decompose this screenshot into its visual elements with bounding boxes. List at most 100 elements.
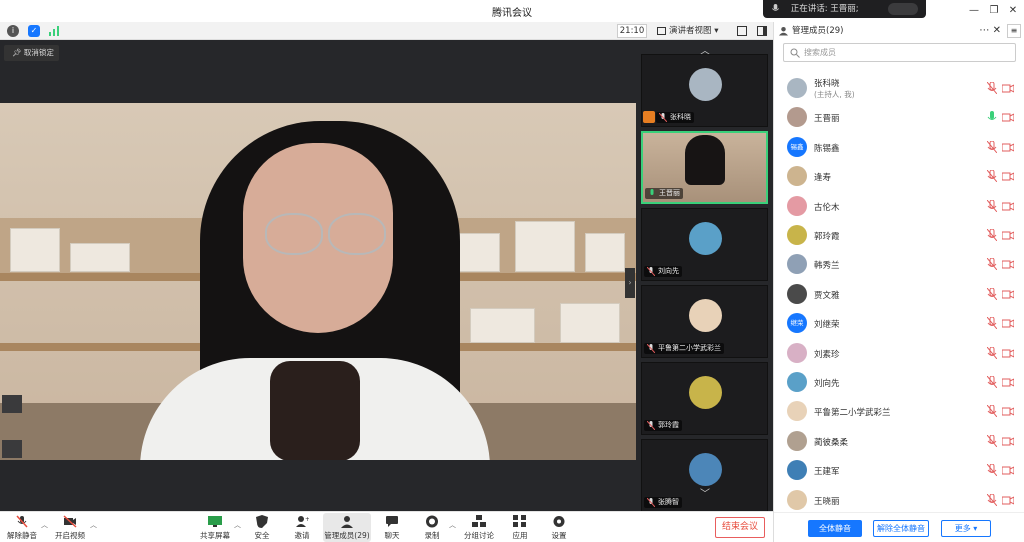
breakout-button[interactable]: 分组讨论 [462, 513, 496, 542]
member-row[interactable]: 王晓丽 [774, 486, 1024, 515]
member-row[interactable]: 平鲁第二小学武彩兰 [774, 397, 1024, 426]
member-row[interactable]: 王晋丽 [774, 103, 1024, 132]
member-row[interactable]: 古伦木 [774, 192, 1024, 221]
member-row[interactable]: 韩秀兰 [774, 250, 1024, 279]
mic-off-icon[interactable] [987, 464, 997, 477]
main-speaker-video[interactable] [0, 103, 636, 460]
mic-off-icon[interactable] [987, 82, 997, 94]
info-icon[interactable]: i [7, 25, 19, 37]
video-options-caret[interactable]: ︿ [90, 520, 97, 530]
close-icon[interactable]: ✕ [1004, 3, 1022, 19]
start-video-button[interactable]: 开启视频 [52, 513, 88, 542]
mic-icon[interactable] [987, 111, 997, 123]
fullscreen-icon[interactable] [737, 26, 747, 36]
signal-icon[interactable] [48, 25, 60, 37]
member-row[interactable]: 蔺彼桑柔 [774, 427, 1024, 456]
avatar [787, 166, 807, 187]
panel-menu-icon[interactable]: ≡ [1007, 24, 1021, 38]
video-off-icon[interactable] [1002, 319, 1014, 328]
more-options-icon[interactable]: ⋯ [979, 25, 989, 36]
video-off-icon[interactable] [1002, 231, 1014, 240]
video-tile[interactable]: 刘向先 [641, 208, 768, 281]
list-tool-icon[interactable] [2, 440, 22, 458]
unmute-button[interactable]: 解除静音 [4, 513, 40, 542]
chevron-down-icon[interactable]: ﹀ [640, 489, 770, 501]
close-panel-icon[interactable]: ✕ [993, 25, 1001, 36]
record-button[interactable]: 录制 [418, 513, 446, 542]
video-off-icon[interactable] [1002, 260, 1014, 269]
speaking-indicator: 正在讲话: 王晋丽; [763, 0, 926, 18]
member-row[interactable]: 继荣 刘继荣 [774, 309, 1024, 338]
record-icon [426, 515, 438, 528]
avatar [787, 78, 807, 98]
invite-button[interactable]: + 邀请 [288, 513, 316, 542]
mic-off-icon[interactable] [987, 346, 997, 359]
mic-off-icon[interactable] [987, 317, 997, 330]
chat-button[interactable]: 聊天 [378, 513, 406, 542]
video-off-icon[interactable] [1002, 113, 1014, 122]
video-tile[interactable]: 张腾智 [641, 439, 768, 512]
video-tile[interactable]: 平鲁第二小学武彩兰 [641, 285, 768, 358]
mic-off-icon[interactable] [987, 376, 997, 388]
member-search-input[interactable]: 搜索成员 [783, 43, 1016, 62]
video-off-icon[interactable] [1002, 466, 1014, 475]
end-meeting-button[interactable]: 结束会议 [715, 517, 765, 538]
member-name: 王晋丽 [814, 114, 840, 125]
member-row[interactable]: 王建军 [774, 456, 1024, 485]
speaker-toggle[interactable] [888, 3, 918, 15]
mic-off-icon[interactable] [987, 493, 997, 506]
shield-icon[interactable]: ✓ [28, 25, 40, 37]
mic-off-icon[interactable] [987, 258, 997, 271]
more-button[interactable]: 更多 ▾ [941, 520, 991, 537]
video-off-icon[interactable] [1002, 290, 1014, 299]
security-button[interactable]: 安全 [248, 513, 276, 542]
mic-off-icon[interactable] [987, 229, 997, 241]
mute-all-button[interactable]: 全体静音 [808, 520, 862, 537]
member-row[interactable]: 郭玲霞 [774, 221, 1024, 250]
mic-off-icon[interactable] [987, 199, 997, 212]
mic-off-icon[interactable] [987, 287, 997, 300]
member-row[interactable]: 贾文雅 [774, 280, 1024, 309]
speaker-view-button[interactable]: 演讲者视图 ▾ [657, 24, 727, 38]
settings-button[interactable]: 设置 [545, 513, 573, 542]
camera-tool-icon[interactable] [2, 395, 22, 413]
video-off-icon[interactable] [1002, 496, 1014, 505]
maximize-icon[interactable]: ❐ [985, 3, 1003, 19]
audio-options-caret[interactable]: ︿ [41, 520, 48, 530]
video-off-icon[interactable] [1002, 172, 1014, 181]
share-screen-button[interactable]: 共享屏幕 [198, 513, 232, 542]
member-row[interactable]: 刘向先 [774, 368, 1024, 397]
manage-members-button[interactable]: 管理成员(29) [323, 513, 371, 542]
record-options-caret[interactable]: ︿ [449, 520, 456, 530]
collapse-strip-button[interactable]: › [625, 268, 635, 298]
minimize-icon[interactable]: — [965, 3, 983, 19]
sidebar-toggle-icon[interactable] [757, 26, 767, 36]
avatar: 锡鑫 [787, 136, 807, 157]
unpin-button[interactable]: 📌︎ 取消锁定 [4, 45, 59, 61]
member-row[interactable]: 刘素珍 [774, 339, 1024, 368]
mic-off-icon[interactable] [987, 434, 997, 447]
unmute-all-button[interactable]: 解除全体静音 [873, 520, 929, 537]
member-row[interactable]: 逢寿 [774, 162, 1024, 191]
member-row[interactable]: 张科晓 (主持人, 我) [774, 74, 1024, 103]
video-off-icon[interactable] [1002, 202, 1014, 211]
members-panel-title: 管理成员(29) [792, 26, 844, 36]
mic-off-icon[interactable] [987, 405, 997, 418]
apps-button[interactable]: 应用 [506, 513, 534, 542]
video-off-icon[interactable] [1002, 84, 1014, 93]
share-options-caret[interactable]: ︿ [234, 520, 241, 530]
video-tile[interactable]: 郭玲霞 [641, 362, 768, 435]
video-off-icon[interactable] [1002, 437, 1014, 446]
video-off-icon[interactable] [1002, 378, 1014, 387]
video-off-icon[interactable] [1002, 349, 1014, 358]
pin-icon: 📌︎ [12, 48, 22, 57]
tile-name-label: 刘向先 [644, 266, 682, 277]
mic-off-icon[interactable] [987, 140, 997, 153]
video-off-icon[interactable] [1002, 143, 1014, 152]
mic-icon [772, 4, 779, 11]
mic-off-icon[interactable] [987, 170, 997, 183]
video-off-icon[interactable] [1002, 407, 1014, 416]
video-tile[interactable]: 张科晓 [641, 54, 768, 127]
video-tile[interactable]: 王晋丽 [641, 131, 768, 204]
member-row[interactable]: 锡鑫 陈锡鑫 [774, 133, 1024, 162]
